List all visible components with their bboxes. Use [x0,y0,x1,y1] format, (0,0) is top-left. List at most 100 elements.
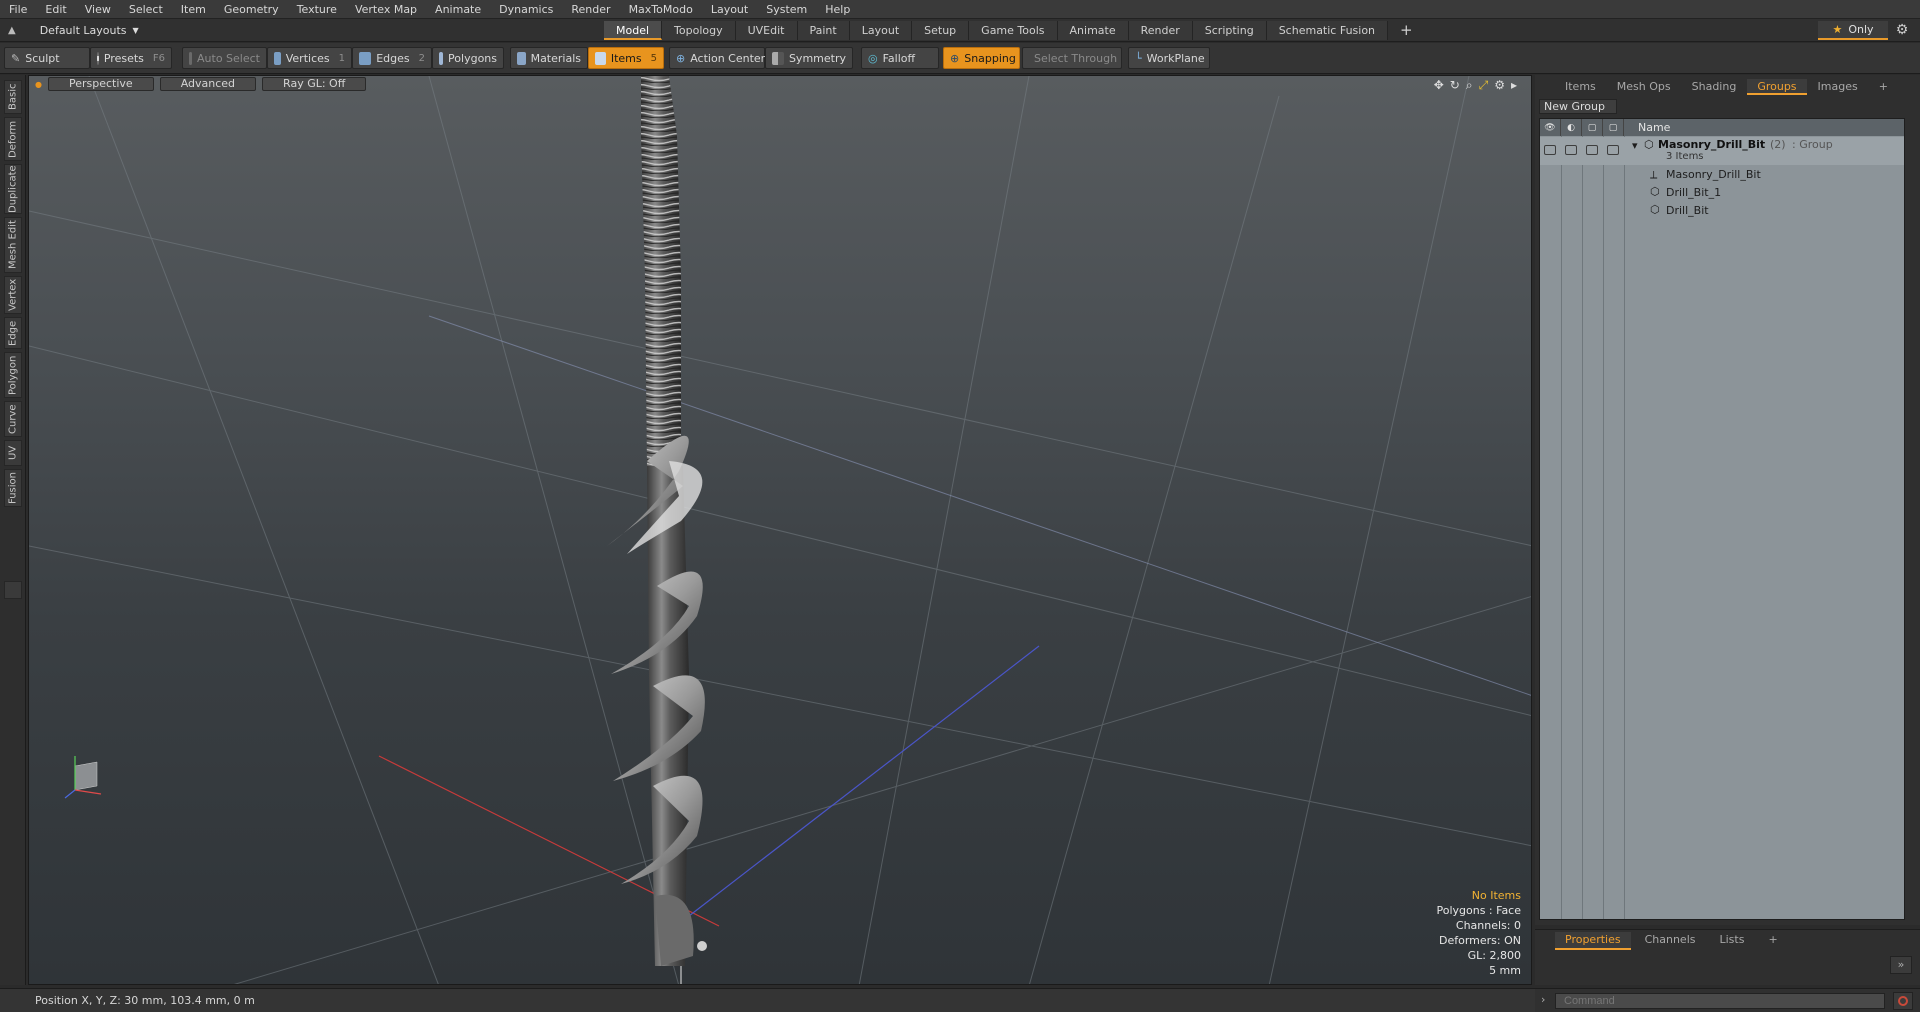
menu-layout[interactable]: Layout [702,0,757,19]
select-col-icon[interactable]: ▢ [1603,119,1624,136]
menu-help[interactable]: Help [816,0,859,19]
maximize-icon[interactable]: ⤢ [1479,78,1489,93]
vtab-polygon[interactable]: Polygon [4,352,22,398]
items-button[interactable]: Items 5 [588,47,664,69]
tab-items[interactable]: Items [1555,79,1606,95]
menu-geometry[interactable]: Geometry [215,0,288,19]
snapping-button[interactable]: ⊕ Snapping [943,47,1020,69]
groups-list[interactable]: 👁 ◐ ▢ ▢ Name ▾ ⬡ Masonry_Drill_Bit (2) :… [1539,118,1905,920]
menu-item[interactable]: Item [172,0,215,19]
name-column-header[interactable]: Name [1624,121,1670,134]
edges-label: Edges [376,51,410,65]
collapse-group-icon[interactable]: ▾ [1632,139,1638,152]
tab-images[interactable]: Images [1808,79,1868,95]
menu-select[interactable]: Select [120,0,172,19]
group-select-icon[interactable] [1607,145,1619,155]
auto-select-button[interactable]: Auto Select [182,47,267,69]
command-input[interactable] [1555,993,1885,1009]
sculpt-button[interactable]: ✎ Sculpt [4,47,90,69]
menu-edit[interactable]: Edit [36,0,75,19]
action-center-button[interactable]: ⊕ Action Center [669,47,765,69]
drill-bit-model [607,76,707,966]
menu-maxtomodo[interactable]: MaxToModo [620,0,702,19]
gear-icon[interactable]: ⚙ [1893,22,1911,39]
menu-texture[interactable]: Texture [288,0,346,19]
menu-dynamics[interactable]: Dynamics [490,0,562,19]
viewport-arrow-icon[interactable]: ▸ [1511,78,1517,93]
vtab-uv[interactable]: UV [4,440,22,466]
viewport-gear-icon[interactable]: ⚙ [1494,78,1505,93]
tab-animate[interactable]: Animate [1057,21,1129,40]
shading-advanced-button[interactable]: Advanced [159,77,257,91]
tab-layout[interactable]: Layout [849,21,913,40]
viewport-grid [29,76,1531,984]
menu-bar: File Edit View Select Item Geometry Text… [0,0,1920,19]
menu-animate[interactable]: Animate [426,0,490,19]
menu-vertex-map[interactable]: Vertex Map [346,0,426,19]
polygons-button[interactable]: Polygons [432,47,504,69]
layout-dropdown[interactable]: ▲ Default Layouts ▼ [8,22,139,39]
tab-render[interactable]: Render [1128,21,1193,40]
group-child-row[interactable]: ⟂ Masonry_Drill_Bit [1540,167,1904,183]
symmetry-button[interactable]: Symmetry [765,47,853,69]
tab-uvedit[interactable]: UVEdit [735,21,798,40]
materials-button[interactable]: Materials [510,47,588,69]
vtab-basic[interactable]: Basic [4,80,22,114]
vtab-duplicate[interactable]: Duplicate [4,164,22,214]
menu-render[interactable]: Render [562,0,619,19]
expand-arrow-button[interactable]: » [1890,956,1912,974]
visibility-col-icon[interactable]: 👁 [1540,119,1561,136]
vtab-mesh-edit[interactable]: Mesh Edit [4,217,22,273]
add-tab-icon[interactable]: + [1388,21,1425,40]
tab-game-tools[interactable]: Game Tools [969,21,1058,40]
raygl-toggle-button[interactable]: Ray GL: Off [262,77,367,91]
edges-button[interactable]: Edges 2 [352,47,432,69]
lock-col-icon[interactable]: ▢ [1582,119,1603,136]
vtab-extra[interactable] [4,581,22,599]
viewport-menu-icon[interactable]: ● [35,80,42,89]
only-toggle-button[interactable]: ★ Only [1818,21,1888,40]
menu-file[interactable]: File [0,0,36,19]
group-render-icon[interactable] [1565,145,1577,155]
add-props-tab-icon[interactable]: + [1758,932,1787,950]
group-child-row[interactable]: ⬡ Drill_Bit_1 [1540,185,1904,201]
vtab-deform[interactable]: Deform [4,117,22,161]
tab-channels[interactable]: Channels [1635,932,1706,950]
tab-setup[interactable]: Setup [912,21,970,40]
tab-paint[interactable]: Paint [797,21,850,40]
view-perspective-button[interactable]: Perspective [47,77,154,91]
group-visibility-icon[interactable] [1544,145,1556,155]
vtab-fusion[interactable]: Fusion [4,469,22,507]
collapse-icon[interactable]: ▲ [8,25,16,36]
pan-icon[interactable]: ✥ [1434,78,1444,93]
3d-viewport[interactable]: ● Perspective Advanced Ray GL: Off ✥ ↻ ⌕… [28,75,1532,985]
tab-lists[interactable]: Lists [1710,932,1755,950]
workplane-button[interactable]: └ WorkPlane [1128,47,1210,69]
command-history-button[interactable] [1893,992,1913,1010]
menu-system[interactable]: System [757,0,816,19]
new-group-button[interactable]: New Group [1539,99,1617,114]
tab-groups[interactable]: Groups [1747,79,1807,95]
group-child-row[interactable]: ⬡ Drill_Bit [1540,203,1904,219]
tab-properties[interactable]: Properties [1555,932,1631,950]
group-row-masonry-drill-bit[interactable]: ▾ ⬡ Masonry_Drill_Bit (2) : Group 3 Item… [1540,137,1904,165]
add-panel-tab-icon[interactable]: + [1869,79,1898,95]
tab-shading[interactable]: Shading [1682,79,1747,95]
falloff-button[interactable]: ◎ Falloff [861,47,939,69]
tab-model[interactable]: Model [604,21,663,40]
vtab-edge[interactable]: Edge [4,317,22,349]
tab-topology[interactable]: Topology [662,21,736,40]
presets-button[interactable]: Presets F6 [90,47,172,69]
select-through-button[interactable]: Select Through [1022,47,1122,69]
tab-scripting[interactable]: Scripting [1192,21,1267,40]
group-lock-icon[interactable] [1586,145,1598,155]
vtab-curve[interactable]: Curve [4,401,22,437]
vtab-vertex[interactable]: Vertex [4,276,22,314]
menu-view[interactable]: View [76,0,120,19]
vertices-button[interactable]: Vertices 1 [267,47,352,69]
tab-schematic-fusion[interactable]: Schematic Fusion [1266,21,1389,40]
tab-mesh-ops[interactable]: Mesh Ops [1607,79,1681,95]
rotate-icon[interactable]: ↻ [1450,78,1460,93]
zoom-icon[interactable]: ⌕ [1466,78,1473,93]
render-col-icon[interactable]: ◐ [1561,119,1582,136]
